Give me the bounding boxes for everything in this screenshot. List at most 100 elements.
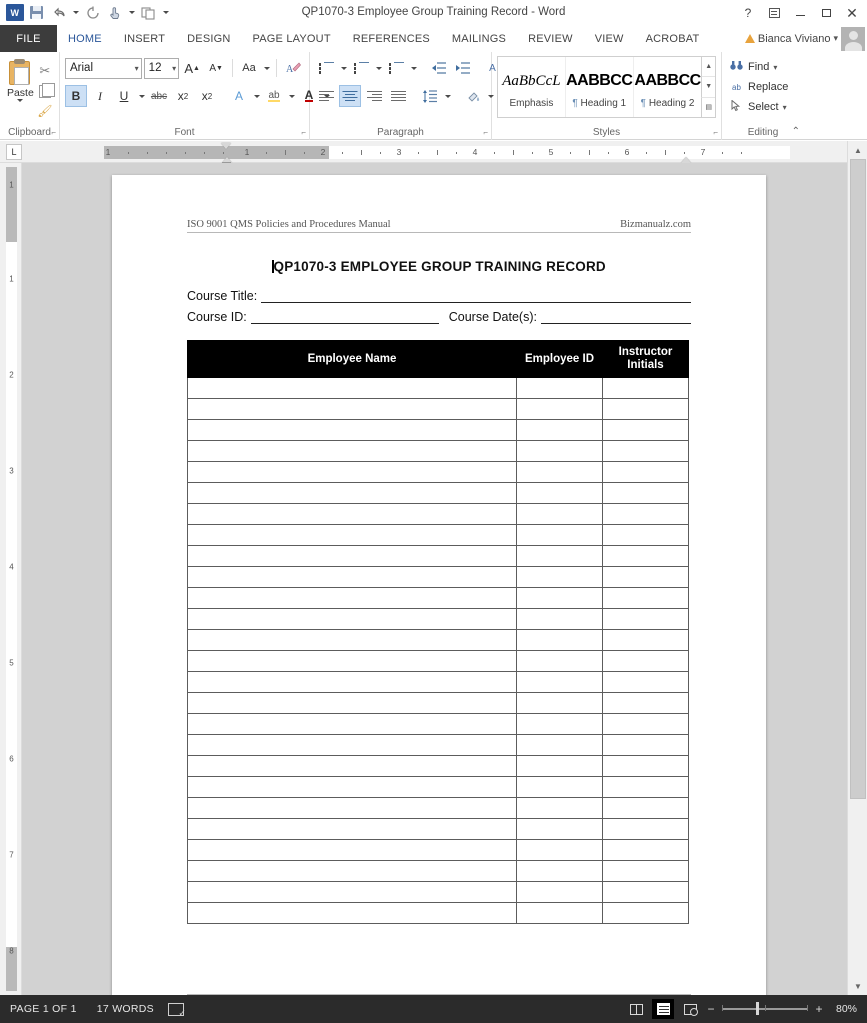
table-row[interactable]	[187, 671, 689, 694]
styles-scroll-up-icon[interactable]: ▲	[701, 57, 716, 78]
tab-references[interactable]: REFERENCES	[342, 25, 441, 52]
align-left-button[interactable]	[315, 85, 337, 107]
cell-employee-name[interactable]	[187, 440, 517, 463]
tab-design[interactable]: DESIGN	[176, 25, 241, 52]
table-row[interactable]	[187, 440, 689, 463]
change-case-icon[interactable]: Aa	[238, 57, 260, 79]
undo-icon[interactable]	[48, 2, 69, 23]
cell-employee-name[interactable]	[187, 545, 517, 568]
tab-stop-selector[interactable]: L	[6, 144, 22, 160]
cell-instructor-initials[interactable]	[602, 482, 689, 505]
cell-instructor-initials[interactable]	[602, 839, 689, 862]
cell-employee-id[interactable]	[516, 419, 603, 442]
cell-employee-id[interactable]	[516, 566, 603, 589]
cell-employee-name[interactable]	[187, 482, 517, 505]
page-indicator[interactable]: PAGE 1 OF 1	[0, 1003, 87, 1015]
table-row[interactable]	[187, 713, 689, 736]
tab-mailings[interactable]: MAILINGS	[441, 25, 517, 52]
table-row[interactable]	[187, 566, 689, 589]
text-highlight-icon[interactable]: ab	[263, 85, 285, 107]
bullets-icon[interactable]	[315, 57, 337, 79]
superscript-button[interactable]: x2	[196, 85, 218, 107]
cell-instructor-initials[interactable]	[602, 524, 689, 547]
proofing-status-icon[interactable]	[167, 1002, 186, 1019]
increase-indent-icon[interactable]	[452, 57, 474, 79]
underline-button[interactable]: U	[113, 85, 135, 107]
cell-employee-id[interactable]	[516, 482, 603, 505]
cell-instructor-initials[interactable]	[602, 650, 689, 673]
cell-employee-id[interactable]	[516, 461, 603, 484]
table-row[interactable]	[187, 587, 689, 610]
collapse-ribbon-icon[interactable]: ⌃	[792, 126, 800, 137]
clipboard-dialog-launcher[interactable]: ⌐	[51, 128, 56, 137]
style-heading-1[interactable]: AABBCC ¶ Heading 1	[566, 57, 634, 117]
cell-employee-id[interactable]	[516, 671, 603, 694]
cell-employee-id[interactable]	[516, 839, 603, 862]
italic-button[interactable]: I	[89, 85, 111, 107]
shading-icon[interactable]	[462, 85, 484, 107]
cell-employee-name[interactable]	[187, 734, 517, 757]
justify-button[interactable]	[387, 85, 409, 107]
account-caret-icon[interactable]: ▾	[833, 33, 838, 44]
table-row[interactable]	[187, 797, 689, 820]
table-row[interactable]	[187, 482, 689, 505]
table-row[interactable]	[187, 545, 689, 568]
cell-employee-name[interactable]	[187, 860, 517, 883]
cell-instructor-initials[interactable]	[602, 734, 689, 757]
cell-employee-id[interactable]	[516, 503, 603, 526]
font-dialog-launcher[interactable]: ⌐	[301, 128, 306, 137]
document-canvas[interactable]: ISO 9001 QMS Policies and Procedures Man…	[22, 163, 847, 995]
word-count[interactable]: 17 WORDS	[87, 1003, 164, 1015]
cell-employee-name[interactable]	[187, 776, 517, 799]
cell-employee-id[interactable]	[516, 629, 603, 652]
grow-font-icon[interactable]: A ▲	[181, 57, 203, 79]
cell-instructor-initials[interactable]	[602, 755, 689, 778]
save-icon[interactable]	[26, 2, 47, 23]
vertical-scrollbar[interactable]: ▲ ▼	[847, 141, 867, 995]
avatar[interactable]	[841, 26, 865, 51]
cell-instructor-initials[interactable]	[602, 419, 689, 442]
view-print-layout-button[interactable]	[652, 999, 674, 1019]
account-name[interactable]: Bianca Viviano	[758, 33, 831, 45]
cell-employee-id[interactable]	[516, 881, 603, 904]
zoom-slider[interactable]: − +	[706, 1002, 824, 1016]
cell-employee-id[interactable]	[516, 608, 603, 631]
cell-instructor-initials[interactable]	[602, 671, 689, 694]
cell-instructor-initials[interactable]	[602, 545, 689, 568]
cell-instructor-initials[interactable]	[602, 629, 689, 652]
zoom-in-button[interactable]: +	[814, 1002, 824, 1016]
cell-employee-id[interactable]	[516, 650, 603, 673]
cell-instructor-initials[interactable]	[602, 881, 689, 904]
touch-mode-dropdown-icon[interactable]	[126, 2, 137, 23]
cell-employee-name[interactable]	[187, 524, 517, 547]
table-row[interactable]	[187, 755, 689, 778]
bold-button[interactable]: B	[65, 85, 87, 107]
font-family-caret-icon[interactable]: ▾	[135, 64, 139, 73]
replace-button[interactable]: ab Replace	[727, 77, 799, 97]
align-right-button[interactable]	[363, 85, 385, 107]
line-spacing-caret-icon[interactable]	[443, 85, 452, 107]
scrollbar-thumb[interactable]	[850, 159, 866, 799]
minimize-button[interactable]	[787, 2, 813, 24]
text-effects-icon[interactable]: A	[228, 85, 250, 107]
paste-dropdown-icon[interactable]	[17, 99, 24, 102]
zoom-handle[interactable]	[756, 1002, 760, 1016]
styles-dialog-launcher[interactable]: ⌐	[713, 128, 718, 137]
paste-icon[interactable]	[7, 59, 33, 86]
cell-employee-name[interactable]	[187, 503, 517, 526]
table-row[interactable]	[187, 650, 689, 673]
table-row[interactable]	[187, 608, 689, 631]
strikethrough-button[interactable]: abc	[148, 85, 170, 107]
paragraph-dialog-launcher[interactable]: ⌐	[483, 128, 488, 137]
cell-employee-id[interactable]	[516, 818, 603, 841]
cell-employee-name[interactable]	[187, 461, 517, 484]
decrease-indent-icon[interactable]	[428, 57, 450, 79]
view-read-mode-button[interactable]	[625, 999, 647, 1019]
horizontal-ruler[interactable]: L 1 1 2 3 4 5 6 7	[0, 141, 847, 166]
cell-employee-id[interactable]	[516, 398, 603, 421]
find-button[interactable]: Find ▾	[727, 57, 799, 77]
touch-mode-icon[interactable]	[104, 2, 125, 23]
course-dates-blank[interactable]	[540, 310, 691, 324]
find-caret-icon[interactable]: ▾	[773, 63, 777, 72]
cell-instructor-initials[interactable]	[602, 692, 689, 715]
